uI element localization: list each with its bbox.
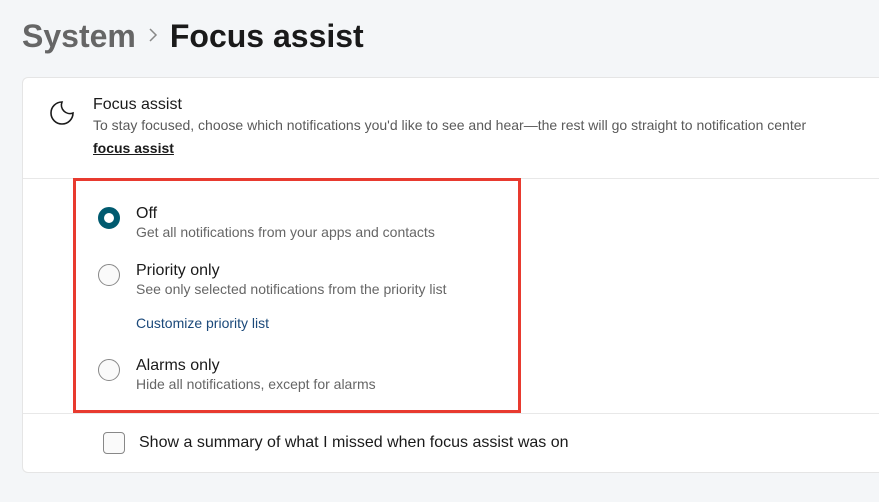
- radio-alarms[interactable]: [98, 359, 120, 381]
- radio-options-highlight: Off Get all notifications from your apps…: [73, 178, 521, 413]
- customize-priority-link[interactable]: Customize priority list: [136, 315, 498, 331]
- breadcrumb: System Focus assist: [0, 0, 879, 77]
- radio-off[interactable]: [98, 207, 120, 229]
- radio-alarms-desc: Hide all notifications, except for alarm…: [136, 376, 376, 392]
- radio-option-priority[interactable]: Priority only See only selected notifica…: [98, 254, 498, 311]
- chevron-right-icon: [148, 26, 158, 47]
- radio-priority[interactable]: [98, 264, 120, 286]
- breadcrumb-parent[interactable]: System: [22, 18, 136, 55]
- card-header-text: Focus assist To stay focused, choose whi…: [93, 96, 806, 158]
- summary-checkbox[interactable]: [103, 432, 125, 454]
- card-header: Focus assist To stay focused, choose whi…: [23, 78, 879, 179]
- card-title: Focus assist: [93, 96, 806, 114]
- summary-label: Show a summary of what I missed when foc…: [139, 434, 569, 452]
- moon-icon: [49, 100, 75, 126]
- focus-assist-card: Focus assist To stay focused, choose whi…: [22, 77, 879, 473]
- radio-option-alarms[interactable]: Alarms only Hide all notifications, exce…: [98, 349, 498, 392]
- card-description: To stay focused, choose which notificati…: [93, 116, 806, 136]
- radio-off-text: Off Get all notifications from your apps…: [136, 205, 435, 240]
- radio-priority-title: Priority only: [136, 262, 446, 280]
- radio-off-title: Off: [136, 205, 435, 223]
- radio-option-off[interactable]: Off Get all notifications from your apps…: [98, 197, 498, 254]
- radio-alarms-text: Alarms only Hide all notifications, exce…: [136, 357, 376, 392]
- focus-assist-link[interactable]: focus assist: [93, 140, 174, 156]
- radio-off-desc: Get all notifications from your apps and…: [136, 224, 435, 240]
- radio-priority-text: Priority only See only selected notifica…: [136, 262, 446, 297]
- page-title: Focus assist: [170, 18, 364, 55]
- summary-row: Show a summary of what I missed when foc…: [23, 413, 879, 472]
- radio-alarms-title: Alarms only: [136, 357, 376, 375]
- radio-priority-desc: See only selected notifications from the…: [136, 281, 446, 297]
